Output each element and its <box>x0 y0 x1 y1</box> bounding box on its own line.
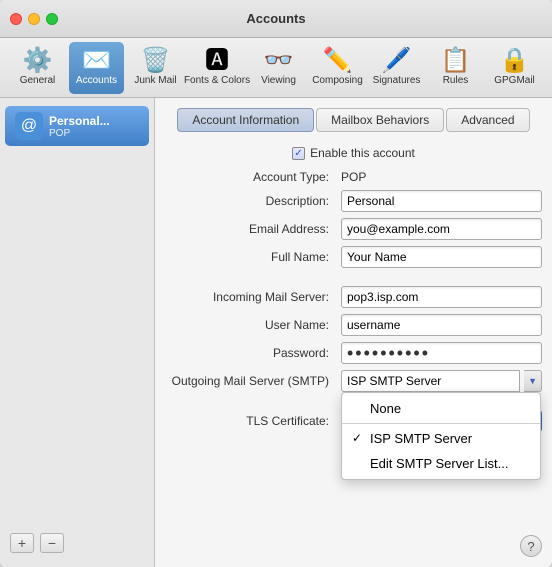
popup-item-edit-smtp[interactable]: Edit SMTP Server List... <box>342 451 540 476</box>
toolbar-item-viewing[interactable]: 👓 Viewing <box>251 42 306 94</box>
tab-advanced[interactable]: Advanced <box>446 108 529 132</box>
account-type: POP <box>49 128 110 139</box>
composing-icon: ✏️ <box>323 49 353 73</box>
smtp-label: Outgoing Mail Server (SMTP) <box>165 374 335 388</box>
toolbar-item-signatures[interactable]: 🖊️ Signatures <box>369 42 424 94</box>
window-buttons <box>10 13 58 25</box>
smtp-dropdown[interactable] <box>341 370 520 392</box>
popup-item-none[interactable]: None <box>342 396 540 421</box>
titlebar: Accounts <box>0 0 552 38</box>
tls-label: TLS Certificate: <box>165 414 335 428</box>
toolbar-label-general: General <box>20 75 56 86</box>
password-label: Password: <box>165 346 335 360</box>
toolbar-label-fonts: Fonts & Colors <box>184 75 250 86</box>
rules-icon: 📋 <box>441 49 471 73</box>
toolbar-label-signatures: Signatures <box>373 75 421 86</box>
username-label: User Name: <box>165 318 335 332</box>
toolbar-item-fonts[interactable]: 🅰 Fonts & Colors <box>187 42 247 94</box>
gpgmail-icon: 🔒 <box>500 49 530 73</box>
fonts-icon: 🅰 <box>205 49 229 73</box>
toolbar-item-composing[interactable]: ✏️ Composing <box>310 42 365 94</box>
content-area: @ Personal... POP + − Account Informatio… <box>0 98 552 567</box>
account-name: Personal... <box>49 114 110 128</box>
close-button[interactable] <box>10 13 22 25</box>
viewing-icon: 👓 <box>264 49 294 73</box>
sidebar: @ Personal... POP + − <box>0 98 155 567</box>
toolbar-item-gpgmail[interactable]: 🔒 GPGMail <box>487 42 542 94</box>
minimize-button[interactable] <box>28 13 40 25</box>
tab-mailbox-behaviors[interactable]: Mailbox Behaviors <box>316 108 444 132</box>
window-title: Accounts <box>246 11 305 26</box>
toolbar-item-junk[interactable]: 🗑️ Junk Mail <box>128 42 183 94</box>
main-window: Accounts ⚙️ General ✉️ Accounts 🗑️ Junk … <box>0 0 552 567</box>
general-icon: ⚙️ <box>23 49 53 73</box>
enable-account-row: ✓ Enable this account <box>165 146 542 160</box>
accounts-icon: ✉️ <box>82 49 112 73</box>
help-button[interactable]: ? <box>520 535 542 557</box>
toolbar: ⚙️ General ✉️ Accounts 🗑️ Junk Mail 🅰 Fo… <box>0 38 552 98</box>
email-label: Email Address: <box>165 222 335 236</box>
signatures-icon: 🖊️ <box>382 49 412 73</box>
full-name-input[interactable] <box>341 246 542 268</box>
account-info: Personal... POP <box>49 114 110 139</box>
password-input[interactable] <box>341 342 542 364</box>
toolbar-label-composing: Composing <box>312 75 363 86</box>
popup-item-isp-smtp[interactable]: ISP SMTP Server <box>342 426 540 451</box>
junk-icon: 🗑️ <box>141 49 171 73</box>
toolbar-label-gpgmail: GPGMail <box>494 75 535 86</box>
email-input[interactable] <box>341 218 542 240</box>
main-panel: Account Information Mailbox Behaviors Ad… <box>155 98 552 567</box>
incoming-server-input[interactable] <box>341 286 542 308</box>
account-icon: @ <box>15 112 43 140</box>
maximize-button[interactable] <box>46 13 58 25</box>
description-label: Description: <box>165 194 335 208</box>
popup-divider <box>342 423 540 424</box>
sidebar-actions: + − <box>0 527 154 559</box>
smtp-popup-menu: None ISP SMTP Server Edit SMTP Server Li… <box>341 392 541 480</box>
sidebar-account-item[interactable]: @ Personal... POP <box>5 106 149 146</box>
description-input[interactable] <box>341 190 542 212</box>
full-name-label: Full Name: <box>165 250 335 264</box>
account-type-value: POP <box>341 170 542 184</box>
toolbar-label-rules: Rules <box>443 75 469 86</box>
add-account-button[interactable]: + <box>10 533 34 553</box>
enable-account-checkbox[interactable]: ✓ <box>292 147 305 160</box>
incoming-server-label: Incoming Mail Server: <box>165 290 335 304</box>
enable-account-label: Enable this account <box>310 146 415 160</box>
tab-bar: Account Information Mailbox Behaviors Ad… <box>165 108 542 132</box>
toolbar-item-general[interactable]: ⚙️ General <box>10 42 65 94</box>
toolbar-item-rules[interactable]: 📋 Rules <box>428 42 483 94</box>
toolbar-label-viewing: Viewing <box>261 75 296 86</box>
remove-account-button[interactable]: − <box>40 533 64 553</box>
smtp-row: ▼ None ISP SMTP Server Edit SMTP Server … <box>341 370 542 392</box>
toolbar-label-accounts: Accounts <box>76 75 117 86</box>
toolbar-label-junk: Junk Mail <box>134 75 176 86</box>
account-type-label: Account Type: <box>165 170 335 184</box>
tab-account-information[interactable]: Account Information <box>177 108 314 132</box>
toolbar-item-accounts[interactable]: ✉️ Accounts <box>69 42 124 94</box>
username-input[interactable] <box>341 314 542 336</box>
account-form: Account Type: POP Description: Email Add… <box>165 170 542 432</box>
smtp-dropdown-arrow[interactable]: ▼ <box>524 370 542 392</box>
